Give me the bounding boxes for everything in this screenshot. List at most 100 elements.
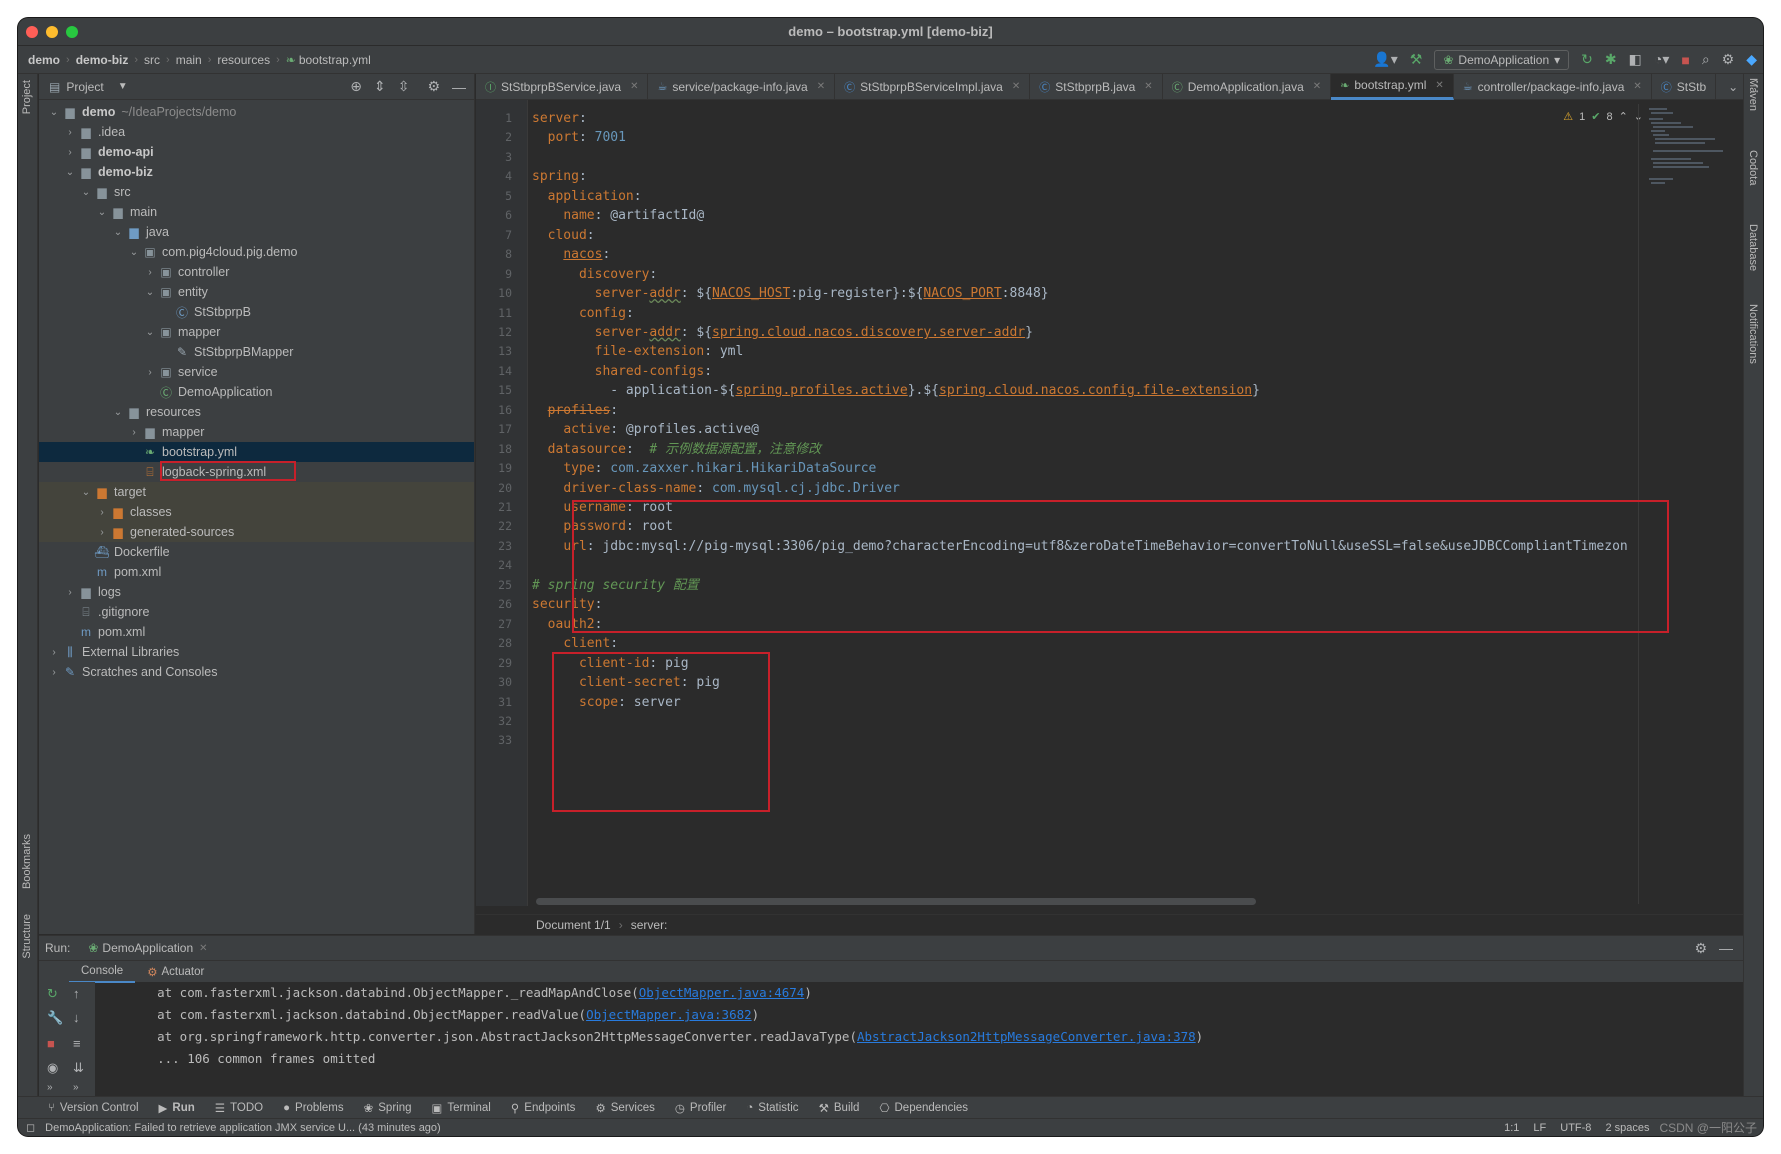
tool-window-run[interactable]: ▶ Run <box>159 1101 195 1115</box>
tree-item[interactable]: › ▆ classes <box>39 502 474 522</box>
close-icon[interactable]: ✕ <box>1144 81 1152 92</box>
line-number[interactable]: 16 <box>476 403 512 417</box>
line-number[interactable]: 22 <box>476 519 512 533</box>
wrench-icon[interactable]: 🔧 <box>47 1010 63 1026</box>
editor-tab[interactable]: Ⓒ StStbprpBServiceImpl.java ✕ <box>835 73 1031 100</box>
line-number[interactable]: 15 <box>476 383 512 397</box>
tool-window-dependencies[interactable]: ⎔ Dependencies <box>879 1101 968 1115</box>
user-icon[interactable]: 👤▾ <box>1373 51 1397 68</box>
camera-icon[interactable]: ◉ <box>47 1060 58 1076</box>
build-hammer-icon[interactable]: ⚒ <box>1410 51 1423 68</box>
tool-window-services[interactable]: ⚙ Services <box>595 1101 654 1115</box>
breadcrumb-item[interactable]: demo-biz <box>76 53 129 67</box>
line-number[interactable]: 29 <box>476 656 512 670</box>
codota-tool-button[interactable]: Codota <box>1747 150 1759 185</box>
debug-icon[interactable]: ✱ <box>1605 51 1617 68</box>
line-number[interactable]: 21 <box>476 500 512 514</box>
line-number[interactable]: 9 <box>476 267 512 281</box>
line-number[interactable]: 25 <box>476 578 512 592</box>
line-number[interactable]: 4 <box>476 169 512 183</box>
more-right-icon[interactable]: » <box>73 1082 79 1093</box>
code-minimap[interactable] <box>1647 106 1737 216</box>
scroll-to-end-icon[interactable]: ⇊ <box>73 1060 84 1076</box>
database-tool-button[interactable]: Database <box>1747 224 1759 271</box>
stop-icon[interactable]: ■ <box>47 1036 55 1051</box>
notifications-tool-button[interactable]: Notifications <box>1747 304 1759 364</box>
search-icon[interactable]: ⌕ <box>1702 51 1710 68</box>
console-output[interactable]: at com.fasterxml.jackson.databind.Object… <box>127 982 1727 1097</box>
stop-icon[interactable]: ■ <box>1681 52 1689 68</box>
gear-icon[interactable]: ⚙ <box>1722 51 1735 68</box>
tree-item[interactable]: ❧ bootstrap.yml <box>39 442 474 462</box>
tree-item[interactable]: › ▣ service <box>39 362 474 382</box>
inspection-widget[interactable]: ⚠ 1 ✔ 8 ⌃ ⌄ <box>1563 110 1643 124</box>
tree-item[interactable]: ⌄ ▣ entity <box>39 282 474 302</box>
more-left-icon[interactable]: » <box>47 1082 53 1093</box>
chevron-down-icon[interactable]: ⌄ <box>1728 80 1738 94</box>
chevron-down-icon[interactable]: ⌄ <box>143 327 157 338</box>
stack-trace-link[interactable]: ObjectMapper.java:4674 <box>639 985 805 1000</box>
line-number[interactable]: 26 <box>476 597 512 611</box>
tree-item[interactable]: ⌸ .gitignore <box>39 602 474 622</box>
locate-icon[interactable]: ⊕ <box>350 78 362 95</box>
tool-window-version-control[interactable]: ⑂ Version Control <box>48 1102 139 1114</box>
more-icon[interactable]: ⋮ <box>1750 78 1763 95</box>
tree-item[interactable]: ⌄ ▣ mapper <box>39 322 474 342</box>
code-line[interactable]: - application-${spring.profiles.active}.… <box>532 380 1260 402</box>
expand-all-icon[interactable]: ⇕ <box>374 78 386 95</box>
gear-icon[interactable]: ⚙ <box>427 78 440 95</box>
editor-tab[interactable]: Ⓒ DemoApplication.java ✕ <box>1163 73 1332 100</box>
run-configuration-select[interactable]: ❀ DemoApplication ▾ <box>1434 49 1570 70</box>
chevron-right-icon[interactable]: › <box>95 527 109 538</box>
tab-console[interactable]: Console <box>69 961 136 983</box>
chevron-down-icon[interactable]: ⌄ <box>127 247 141 258</box>
tree-item[interactable]: › ▣ controller <box>39 262 474 282</box>
chevron-down-icon[interactable]: ⌄ <box>111 227 125 238</box>
line-number[interactable]: 17 <box>476 422 512 436</box>
line-number[interactable]: 14 <box>476 364 512 378</box>
tree-item[interactable]: Ⓒ DemoApplication <box>39 382 474 402</box>
tool-window-build[interactable]: ⚒ Build <box>819 1101 860 1115</box>
arrow-up-icon[interactable]: ↑ <box>73 986 80 1001</box>
tree-item[interactable]: ⌄ ▆ demo-biz <box>39 162 474 182</box>
gear-icon[interactable]: ⚙ <box>1694 940 1707 957</box>
line-number[interactable]: 10 <box>476 286 512 300</box>
chevron-right-icon[interactable]: › <box>127 427 141 438</box>
project-view-select[interactable]: Project <box>66 80 103 94</box>
chevron-right-icon[interactable]: › <box>143 367 157 378</box>
line-number[interactable]: 13 <box>476 344 512 358</box>
chevron-down-icon[interactable]: ⌄ <box>111 407 125 418</box>
tool-window-terminal[interactable]: ▣ Terminal <box>432 1101 491 1115</box>
code-line[interactable]: port: 7001 <box>532 127 626 149</box>
chevron-down-icon[interactable]: ⌄ <box>79 187 93 198</box>
project-tool-button[interactable]: Project <box>21 80 33 114</box>
breadcrumb-item[interactable]: resources <box>217 53 270 67</box>
editor-tab[interactable]: ❧ bootstrap.yml ✕ <box>1331 73 1454 100</box>
stack-trace-link[interactable]: AbstractJackson2HttpMessageConverter.jav… <box>857 1029 1196 1044</box>
horizontal-scrollbar[interactable] <box>536 898 1256 905</box>
tree-item[interactable]: ⛴ Dockerfile <box>39 542 474 562</box>
editor-tab[interactable]: Ⓒ StStbprpB.java ✕ <box>1030 73 1163 100</box>
structure-tool-button[interactable]: Structure <box>21 914 33 959</box>
tree-item[interactable]: ⌄ ▆ target <box>39 482 474 502</box>
line-number[interactable]: 33 <box>476 733 512 747</box>
chevron-down-icon[interactable]: ⌄ <box>63 167 77 178</box>
layout-icon[interactable]: ◻ <box>26 1121 35 1134</box>
tool-window-profiler[interactable]: ◷ Profiler <box>675 1101 726 1115</box>
line-number[interactable]: 28 <box>476 636 512 650</box>
line-number[interactable]: 30 <box>476 675 512 689</box>
status-message[interactable]: DemoApplication: Failed to retrieve appl… <box>45 1122 441 1134</box>
line-number[interactable]: 31 <box>476 695 512 709</box>
coverage-icon[interactable]: ◧ <box>1629 51 1642 68</box>
hide-panel-icon[interactable]: — <box>452 79 466 95</box>
caret-position[interactable]: 1:1 <box>1504 1122 1519 1134</box>
tool-window-problems[interactable]: ● Problems <box>283 1102 344 1114</box>
close-icon[interactable]: ✕ <box>1633 81 1641 92</box>
line-number[interactable]: 24 <box>476 558 512 572</box>
chevron-right-icon[interactable]: › <box>63 147 77 158</box>
line-number[interactable]: 23 <box>476 539 512 553</box>
chevron-up-icon[interactable]: ⌃ <box>1619 110 1628 123</box>
tree-item[interactable]: m pom.xml <box>39 622 474 642</box>
tree-item[interactable]: ⌄ ▆ demo ~/IdeaProjects/demo <box>39 102 474 122</box>
line-number[interactable]: 27 <box>476 617 512 631</box>
